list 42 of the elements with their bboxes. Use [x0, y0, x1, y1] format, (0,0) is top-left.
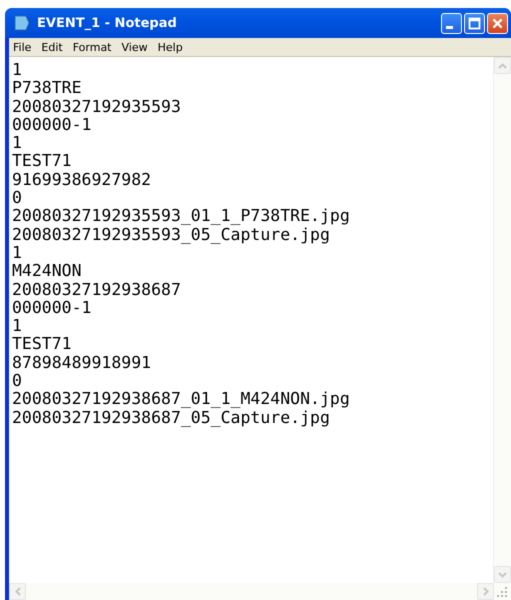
- minimize-button[interactable]: [441, 12, 462, 34]
- text-line: 20080327192938687_05_Capture.jpg: [12, 408, 330, 427]
- menu-item[interactable]: Format: [72, 40, 112, 54]
- text-line: 0: [12, 372, 23, 390]
- text-line: 20080327192938687: [12, 280, 182, 299]
- notepad-icon: [13, 14, 31, 32]
- text-line: 1: [12, 61, 23, 80]
- menu-item[interactable]: File: [13, 40, 32, 54]
- text-line: P738TRE: [12, 79, 83, 98]
- chevron-up-icon: [498, 62, 507, 68]
- text-line: 20080327192935593_05_Capture.jpg: [12, 226, 330, 244]
- text-line: 000000-1: [12, 298, 92, 318]
- text-line: TEST71: [12, 335, 73, 354]
- minimize-icon: [446, 26, 453, 28]
- scroll-down-button[interactable]: [494, 566, 511, 583]
- text-line: 20080327192938687_01_1_M424NON.jpg: [12, 390, 351, 409]
- scroll-left-button[interactable]: [9, 583, 26, 600]
- text-line: 0: [12, 189, 23, 208]
- chevron-down-icon: [498, 572, 507, 578]
- scroll-up-button[interactable]: [494, 57, 511, 74]
- text-line: 1: [12, 317, 23, 336]
- text-line: 20080327192935593: [12, 98, 182, 116]
- maximize-button[interactable]: [464, 12, 485, 34]
- text-line: 1: [12, 244, 22, 262]
- vertical-scrollbar[interactable]: [493, 57, 511, 583]
- text-line: 20080327192935593_01_1_P738TRE.jpg: [12, 207, 351, 226]
- scroll-right-button[interactable]: [477, 583, 494, 600]
- menu-item[interactable]: Edit: [41, 40, 63, 54]
- text-line: TEST71: [12, 152, 73, 171]
- chevron-left-icon: [14, 587, 20, 596]
- text-line: 1: [12, 134, 23, 152]
- text-line: M424NON: [12, 262, 83, 281]
- chevron-right-icon: [482, 587, 488, 596]
- close-button[interactable]: [487, 12, 508, 34]
- menu-item[interactable]: Help: [158, 40, 183, 54]
- horizontal-scrollbar[interactable]: [9, 583, 494, 600]
- text-line: 000000-1: [12, 116, 92, 134]
- text-line: 91699386927982: [12, 170, 152, 190]
- window-title: EVENT_1 - Notepad: [37, 16, 178, 30]
- text-line: 87898489918991: [12, 354, 152, 372]
- resize-grip-icon[interactable]: [496, 586, 508, 598]
- menu-item[interactable]: View: [122, 40, 148, 54]
